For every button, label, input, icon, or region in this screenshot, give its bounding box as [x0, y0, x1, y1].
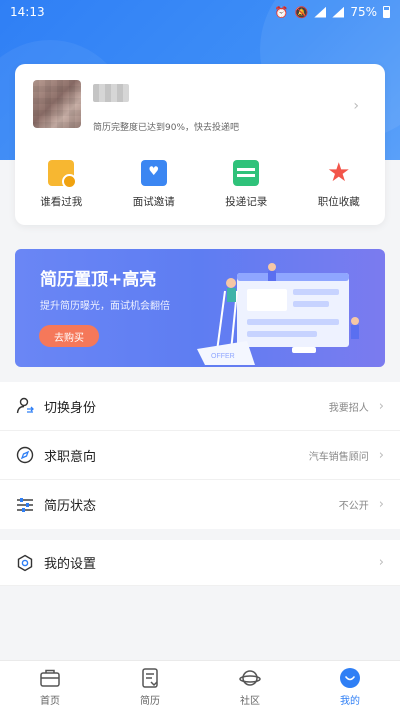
tab-community[interactable]: 社区	[220, 667, 280, 711]
avatar[interactable]	[33, 80, 81, 128]
community-icon	[239, 670, 261, 686]
offer-text: OFFER	[211, 353, 235, 360]
alarm-icon: ⏰	[274, 5, 289, 19]
menu-value: 汽车销售顾问	[308, 451, 369, 463]
interview-invite-icon	[140, 160, 167, 186]
signal-icon	[314, 6, 327, 18]
tab-label: 首页	[40, 696, 60, 707]
quick-action-label: 职位收藏	[317, 196, 360, 208]
battery-percent: 75%	[350, 5, 377, 19]
quick-action-label: 投递记录	[225, 196, 268, 208]
menu-list: 切换身份 我要招人 › 求职意向 汽车销售顾问 › 简历状态 不公开 ›	[0, 382, 400, 529]
banner-title: 简历置顶+高亮	[40, 270, 157, 290]
quick-action-favorites[interactable]: ★ 职位收藏	[303, 160, 375, 212]
menu-item-switch-identity[interactable]: 切换身份 我要招人 ›	[0, 382, 400, 431]
battery-icon	[383, 6, 390, 18]
menu-label: 我的设置	[44, 557, 97, 572]
resume-icon	[142, 668, 158, 688]
menu-label: 求职意向	[44, 449, 97, 465]
quick-action-label: 谁看过我	[40, 196, 83, 208]
settings-icon	[17, 554, 33, 571]
resume-progress-text: 简历完整度已达到90%，快去投递吧	[93, 123, 240, 133]
tab-home[interactable]: 首页	[20, 667, 80, 711]
home-icon	[40, 669, 60, 687]
chevron-right-icon: ›	[378, 497, 384, 512]
tab-resume[interactable]: 简历	[120, 667, 180, 711]
menu-item-resume-status[interactable]: 简历状态 不公开 ›	[0, 480, 400, 529]
profile-icon	[340, 668, 360, 688]
chevron-right-icon: ›	[378, 447, 384, 463]
tab-label: 简历	[140, 696, 160, 707]
bottom-tab-bar: 首页 简历 社区 我的	[0, 660, 400, 711]
banner-illustration: OFFER	[197, 263, 359, 365]
signal-icon-2	[332, 6, 345, 18]
tab-label: 社区	[240, 696, 260, 707]
chevron-right-icon[interactable]: ›	[353, 98, 359, 114]
quick-action-viewed-me[interactable]: 谁看过我	[25, 160, 97, 212]
chevron-right-icon: ›	[378, 555, 384, 570]
menu-value: 我要招人	[328, 402, 369, 414]
menu-item-job-intent[interactable]: 求职意向 汽车销售顾问 ›	[0, 431, 400, 480]
quick-action-interview-invite[interactable]: 面试邀请	[118, 160, 190, 212]
mute-icon: 🔕	[294, 5, 309, 19]
job-intent-icon	[16, 446, 34, 464]
quick-actions: 谁看过我 面试邀请 投递记录 ★ 职位收藏	[15, 160, 385, 212]
menu-item-settings[interactable]: 我的设置 ›	[0, 540, 400, 586]
tab-label: 我的	[340, 696, 360, 707]
status-time: 14:13	[10, 5, 45, 19]
quick-action-label: 面试邀请	[132, 196, 175, 208]
buy-button[interactable]: 去购买	[39, 325, 99, 347]
menu-value: 不公开	[338, 501, 369, 512]
banner-subtitle: 提升简历曝光，面试机会翻倍	[40, 301, 170, 312]
favorite-star-icon: ★	[327, 158, 351, 188]
status-bar: 14:13 ⏰ 🔕 75%	[0, 0, 400, 24]
user-name-blurred	[93, 84, 129, 102]
resume-status-icon	[17, 497, 33, 512]
delivery-record-icon	[233, 160, 260, 186]
menu-label: 简历状态	[44, 499, 97, 514]
viewed-me-icon	[48, 160, 78, 189]
chevron-right-icon: ›	[378, 398, 384, 414]
menu-label: 切换身份	[44, 400, 97, 416]
switch-identity-icon	[16, 397, 34, 414]
tab-profile[interactable]: 我的	[320, 667, 380, 711]
quick-action-delivery-record[interactable]: 投递记录	[210, 160, 282, 212]
profile-card: 简历完整度已达到90%，快去投递吧 › 谁看过我 面试邀请 投递记录 ★ 职位收…	[15, 64, 385, 225]
promo-banner[interactable]: 简历置顶+高亮 提升简历曝光，面试机会翻倍 去购买 OFFER	[15, 249, 385, 367]
